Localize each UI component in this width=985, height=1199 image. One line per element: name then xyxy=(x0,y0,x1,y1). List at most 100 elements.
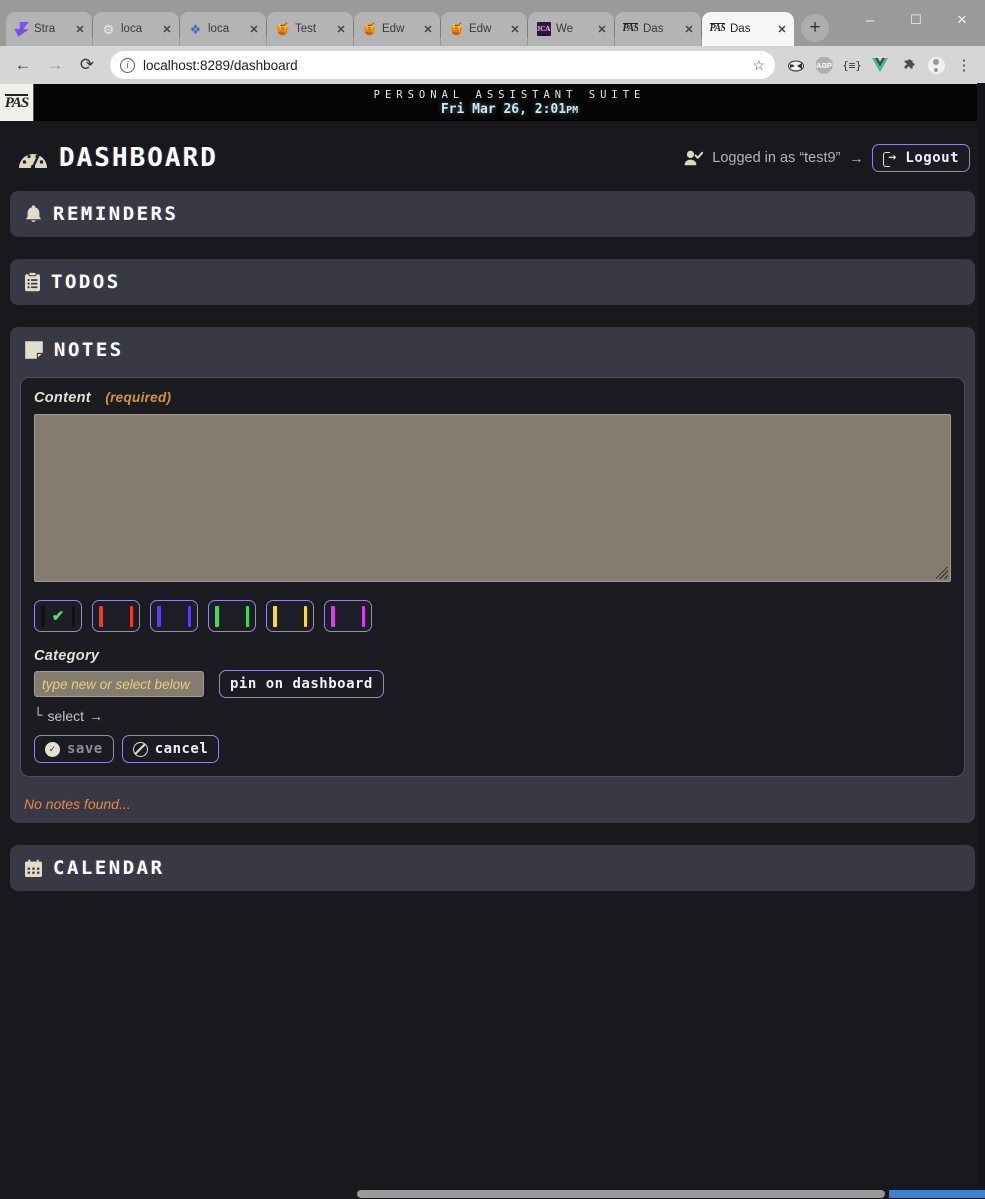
vue-devtools-icon[interactable] xyxy=(867,52,893,78)
browser-tab-9-active[interactable]: PAS Das ✕ xyxy=(702,12,794,46)
section-header-calendar[interactable]: CALENDAR xyxy=(10,845,975,891)
scrollbar-thumb[interactable] xyxy=(357,1190,885,1198)
tab-title: Das xyxy=(643,23,664,35)
window-close-button[interactable]: ✕ xyxy=(939,0,985,40)
clock-display: Fri Mar 26, 2:01PM xyxy=(441,102,578,117)
back-button[interactable]: ← xyxy=(8,50,38,80)
pas-favicon: PAS xyxy=(623,23,638,35)
window-maximize-button[interactable]: ☐ xyxy=(893,0,939,40)
auth-text: Logged in as “test9” xyxy=(712,150,841,166)
browser-toolbar: ← → ⟳ i localhost:8289/dashboard ☆ ABP {… xyxy=(0,46,985,84)
badger-icon[interactable] xyxy=(783,52,809,78)
color-swatch-yellow[interactable] xyxy=(266,600,314,632)
page-header: DASHBOARD Logged in as “test9” → → Logou… xyxy=(10,121,975,191)
tab-close-icon[interactable]: ✕ xyxy=(247,23,261,36)
tree-corner-glyph: └ xyxy=(34,708,43,724)
reload-button[interactable]: ⟳ xyxy=(72,50,102,80)
suite-title: PERSONAL ASSISTANT SUITE xyxy=(373,88,646,101)
browser-tab-3[interactable]: ❖ loca ✕ xyxy=(180,12,267,46)
tab-close-icon[interactable]: ✕ xyxy=(73,23,87,36)
save-button[interactable]: ✓ save xyxy=(34,735,114,763)
app-logo[interactable]: PAS xyxy=(0,84,34,121)
section-header-todos[interactable]: TODOS xyxy=(10,259,975,305)
section-title: REMINDERS xyxy=(53,203,179,225)
category-input[interactable] xyxy=(34,671,204,697)
bell-icon xyxy=(24,204,43,224)
json-formatter-icon[interactable]: {≡} xyxy=(839,52,865,78)
section-title: CALENDAR xyxy=(53,857,165,879)
swatch-bar-left xyxy=(99,605,103,627)
cancel-label: cancel xyxy=(154,741,209,757)
circle-check-icon: ✓ xyxy=(45,741,60,757)
address-bar[interactable]: i localhost:8289/dashboard ☆ xyxy=(110,51,775,79)
site-info-icon[interactable]: i xyxy=(120,57,135,73)
content-label: Content xyxy=(34,390,91,406)
app-root: PAS PERSONAL ASSISTANT SUITE Fri Mar 26,… xyxy=(0,84,985,891)
color-swatch-blue[interactable] xyxy=(150,600,198,632)
tab-close-icon[interactable]: ✕ xyxy=(160,23,174,36)
horizontal-scrollbar[interactable] xyxy=(0,1188,985,1199)
form-actions: ✓ save cancel xyxy=(34,735,951,763)
category-select-row[interactable]: └ select → xyxy=(34,708,951,724)
tab-close-icon[interactable]: ✕ xyxy=(334,23,348,36)
scrollbar-tail xyxy=(889,1190,985,1198)
note-content-textarea[interactable] xyxy=(34,414,951,582)
tab-close-icon[interactable]: ✕ xyxy=(421,23,435,36)
extensions-puzzle-icon[interactable] xyxy=(895,52,921,78)
calendar-icon xyxy=(24,859,43,878)
tab-title: Edw xyxy=(469,23,492,35)
tab-title: We xyxy=(556,23,574,35)
page-title-text: DASHBOARD xyxy=(59,143,218,173)
logout-button[interactable]: Logout xyxy=(872,144,970,172)
sticky-note-icon xyxy=(24,340,44,360)
app-bar-center: PERSONAL ASSISTANT SUITE Fri Mar 26, 2:0… xyxy=(34,84,985,121)
bookmark-star-icon[interactable]: ☆ xyxy=(752,57,765,74)
category-label: Category xyxy=(34,648,100,664)
auth-arrow-icon: → xyxy=(849,150,864,166)
browser-tab-7[interactable]: JCA We ✕ xyxy=(528,12,615,46)
tab-close-icon[interactable]: ✕ xyxy=(595,23,609,36)
user-check-icon xyxy=(684,150,704,166)
category-select-label: select xyxy=(47,708,85,724)
tab-close-icon[interactable]: ✕ xyxy=(682,23,696,36)
swatch-bar-left xyxy=(331,605,335,627)
tab-title: loca xyxy=(208,23,230,35)
forward-button[interactable]: → xyxy=(40,50,70,80)
section-notes: NOTES Content (required) ✔ Category type… xyxy=(10,327,975,823)
chrome-menu-icon[interactable]: ⋮ xyxy=(951,52,977,78)
browser-tab-4[interactable]: 🍯 Test ✕ xyxy=(267,12,354,46)
strava-favicon xyxy=(14,21,29,37)
image-favicon: JCA xyxy=(536,22,551,37)
window-controls: – ☐ ✕ xyxy=(847,0,985,40)
browser-tab-8[interactable]: PAS Das ✕ xyxy=(615,12,702,46)
extension-icons: ABP {≡} ⋮ xyxy=(783,52,977,78)
color-swatch-green[interactable] xyxy=(208,600,256,632)
tab-close-icon[interactable]: ✕ xyxy=(508,23,522,36)
color-swatch-group: ✔ xyxy=(34,600,951,632)
browser-tab-5[interactable]: 🍯 Edw ✕ xyxy=(354,12,441,46)
color-swatch-red[interactable] xyxy=(92,600,140,632)
tab-close-icon[interactable]: ✕ xyxy=(775,23,789,36)
tab-title: Test xyxy=(295,23,317,35)
notes-empty-message: No notes found... xyxy=(24,796,131,812)
adblock-plus-icon[interactable]: ABP xyxy=(811,52,837,78)
window-minimize-button[interactable]: – xyxy=(847,0,893,40)
profile-avatar-icon[interactable] xyxy=(923,52,949,78)
color-swatch-magenta[interactable] xyxy=(324,600,372,632)
cancel-button[interactable]: cancel xyxy=(121,735,220,763)
tab-title: Edw xyxy=(382,23,405,35)
clipboard-list-icon xyxy=(24,272,41,292)
browser-tab-2[interactable]: ⚙ loca ✕ xyxy=(93,12,180,46)
browser-tab-6[interactable]: 🍯 Edw ✕ xyxy=(441,12,528,46)
section-header-reminders[interactable]: REMINDERS xyxy=(10,191,975,237)
flask-favicon: 🍯 xyxy=(449,22,464,36)
gauge-icon xyxy=(18,146,48,170)
color-swatch-black[interactable]: ✔ xyxy=(34,600,82,632)
browser-tab-1[interactable]: Stra ✕ xyxy=(6,12,93,46)
pas-favicon: PAS xyxy=(710,23,725,35)
pin-on-dashboard-button[interactable]: pin on dashboard xyxy=(219,670,384,698)
category-select-arrow-icon: → xyxy=(89,708,104,724)
section-header-notes[interactable]: NOTES xyxy=(10,327,975,373)
clock-ampm: PM xyxy=(566,104,579,116)
new-tab-button[interactable]: + xyxy=(801,14,829,42)
